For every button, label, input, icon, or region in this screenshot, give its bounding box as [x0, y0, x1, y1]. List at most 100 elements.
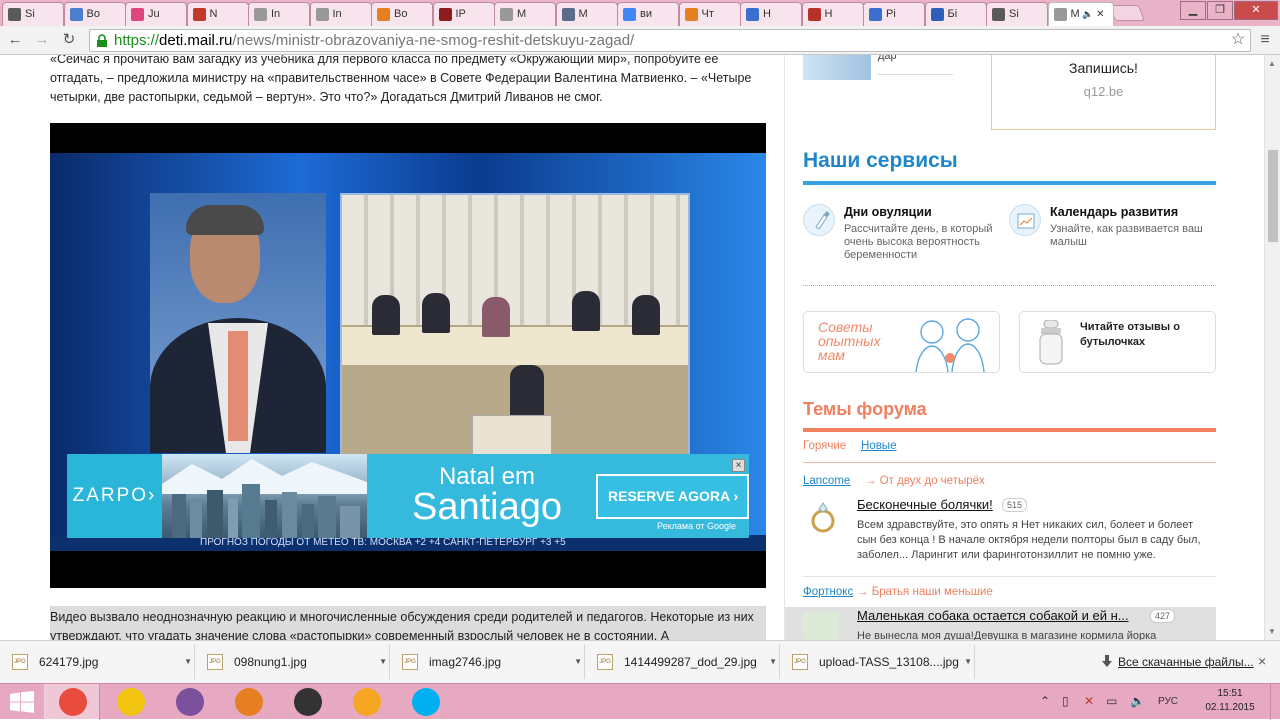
news-anchor-image	[150, 193, 326, 453]
forward-arrow-icon[interactable]: →	[33, 31, 51, 49]
q12-cta[interactable]: Запишись!	[992, 60, 1215, 76]
browser-tab[interactable]: M	[555, 2, 618, 26]
tray-expand-icon[interactable]: ⌃	[1040, 694, 1050, 708]
browser-tab[interactable]: Si	[2, 2, 64, 26]
promo-caption[interactable]: дар"	[878, 55, 953, 75]
browser-tab[interactable]: Чт	[678, 2, 741, 26]
browser-tab[interactable]: In	[248, 2, 310, 26]
download-menu-icon[interactable]: ▼	[964, 645, 972, 679]
topic-text: Не вынесла моя душа!Девушка в магазине к…	[857, 630, 1157, 640]
service-ovulation-title[interactable]: Дни овуляции	[844, 205, 932, 219]
service-ovulation-text: Рассчитайте день, в который очень высока…	[844, 223, 993, 261]
download-menu-icon[interactable]: ▼	[184, 645, 192, 679]
q12-ad[interactable]: Запишись! q12.be	[991, 55, 1216, 130]
page-scrollbar[interactable]: ▲ ▼	[1264, 55, 1280, 640]
topic-section[interactable]: → От двух до четырёх	[865, 475, 985, 487]
scroll-down-icon[interactable]: ▼	[1268, 627, 1276, 636]
browser-tab[interactable]: Si	[986, 2, 1048, 26]
download-item[interactable]: JPG upload-TASS_13108....jpg ▼	[782, 645, 975, 679]
clock[interactable]: 15:51 02.11.2015	[1200, 687, 1260, 715]
bookmark-star-icon[interactable]: ☆	[1229, 31, 1247, 49]
browser-tab[interactable]: M	[494, 2, 556, 26]
promo-thumbnail[interactable]	[803, 55, 871, 80]
browser-tab[interactable]: Bo	[63, 2, 126, 26]
ad-brand-logo: ZARPO›	[67, 454, 162, 538]
download-menu-icon[interactable]: ▼	[574, 645, 582, 679]
topic-title[interactable]: Маленькая собака остается собакой и ей н…	[857, 608, 1142, 623]
monitor-icon[interactable]: ▭	[1106, 694, 1117, 708]
minimize-button[interactable]: ▁	[1180, 1, 1206, 20]
download-item[interactable]: JPG 624179.jpg ▼	[2, 645, 195, 679]
topic-user[interactable]: Фортнокс	[803, 586, 853, 598]
service-calendar-title[interactable]: Календарь развития	[1050, 205, 1178, 219]
new-tab-button[interactable]	[1109, 5, 1145, 21]
taskbar-app-chrome[interactable]	[44, 684, 100, 720]
browser-tab[interactable]: Bo	[371, 2, 433, 26]
language-indicator[interactable]: РУС	[1158, 696, 1178, 707]
explorer-icon	[117, 688, 145, 716]
page-icon	[500, 8, 513, 21]
article-paragraph: «Сейчас я прочитаю вам загадку из учебни…	[50, 55, 752, 104]
topic-title[interactable]: Бесконечные болячки!	[857, 497, 993, 512]
browser-tab[interactable]: Рі	[863, 2, 925, 26]
browser-tab[interactable]: Бі	[924, 2, 987, 26]
browser-tab[interactable]: N	[186, 2, 249, 26]
volume-icon[interactable]: 🔈	[1130, 694, 1145, 708]
download-item[interactable]: JPG 098nung1.jpg ▼	[197, 645, 390, 679]
puzzle-icon	[746, 8, 759, 21]
topic-user[interactable]: Lancome	[803, 475, 850, 487]
download-menu-icon[interactable]: ▼	[769, 645, 777, 679]
pencil-icon	[684, 8, 698, 21]
tab-close-icon[interactable]: ✕	[1093, 9, 1104, 20]
browser-tab[interactable]: Н	[801, 2, 864, 26]
windows-start-icon[interactable]	[10, 691, 34, 713]
tab-new[interactable]: Новые	[861, 440, 896, 452]
browser-tab[interactable]: M 🔈 ✕	[1047, 2, 1114, 26]
reserve-button[interactable]: RESERVE AGORA ›	[596, 474, 749, 519]
taskbar-app-skype[interactable]	[398, 684, 454, 720]
maximize-button[interactable]: ❐	[1207, 1, 1233, 20]
triangle-icon	[992, 8, 1005, 21]
download-item[interactable]: JPG imag2746.jpg ▼	[392, 645, 585, 679]
taskbar-app-camera[interactable]	[280, 684, 336, 720]
browser-toolbar: ← → ↻ https://deti.mail.ru/news/ministr-…	[0, 26, 1280, 55]
close-shelf-icon[interactable]: ×	[1258, 653, 1266, 669]
clock-time: 15:51	[1217, 688, 1243, 699]
tab-hot[interactable]: Горячие	[803, 440, 846, 452]
video-player[interactable]: ПРОГНОЗ ПОГОДЫ ОТ МЕТЕО ТВ: МОСКВА +2 +4…	[50, 123, 766, 588]
browser-tab[interactable]: Н	[740, 2, 802, 26]
q12-site: q12.be	[1083, 84, 1124, 99]
ad-close-icon[interactable]: ×	[732, 459, 745, 472]
taskbar-app-firefox[interactable]	[221, 684, 277, 720]
close-window-button[interactable]: ✕	[1234, 1, 1278, 20]
ad-city-image	[162, 454, 367, 538]
download-item[interactable]: JPG 1414499287_dod_29.jpg ▼	[587, 645, 780, 679]
taskbar-app-viber[interactable]	[162, 684, 218, 720]
menu-icon[interactable]: ≡	[1256, 31, 1274, 49]
advice-promo[interactable]: Советы опытных мам	[803, 311, 1000, 373]
topic-section[interactable]: → Братья наши меньшие	[857, 586, 993, 598]
download-filename: upload-TASS_13108....jpg	[819, 655, 959, 669]
browser-tab[interactable]: ви	[617, 2, 679, 26]
back-arrow-icon[interactable]: ←	[6, 31, 24, 49]
video-ad-banner[interactable]: ZARPO› Natal em Santiago RESERVE AGORA ›…	[67, 454, 749, 538]
pencil-icon	[377, 8, 390, 21]
scroll-thumb[interactable]	[1268, 150, 1278, 242]
browser-tab[interactable]: IP	[432, 2, 495, 26]
show-desktop-button[interactable]	[1270, 684, 1280, 720]
browser-tab[interactable]: Ju	[125, 2, 187, 26]
battery-icon[interactable]: ▯	[1062, 694, 1069, 708]
image-file-icon: JPG	[402, 654, 418, 670]
address-bar[interactable]: https://deti.mail.ru/news/ministr-obrazo…	[89, 29, 1251, 52]
network-icon[interactable]: ✕	[1084, 694, 1094, 708]
reload-icon[interactable]: ↻	[60, 31, 78, 49]
bottles-promo[interactable]: Читайте отзывы о бутылочках	[1019, 311, 1216, 373]
browser-tab[interactable]: In	[309, 2, 372, 26]
scroll-up-icon[interactable]: ▲	[1268, 59, 1276, 68]
news-icon	[869, 8, 882, 21]
taskbar-app-chat[interactable]	[339, 684, 395, 720]
download-menu-icon[interactable]: ▼	[379, 645, 387, 679]
taskbar-app-explorer[interactable]	[103, 684, 159, 720]
camera-icon	[294, 688, 322, 716]
show-all-downloads-link[interactable]: Все скачанные файлы...	[1118, 655, 1254, 669]
